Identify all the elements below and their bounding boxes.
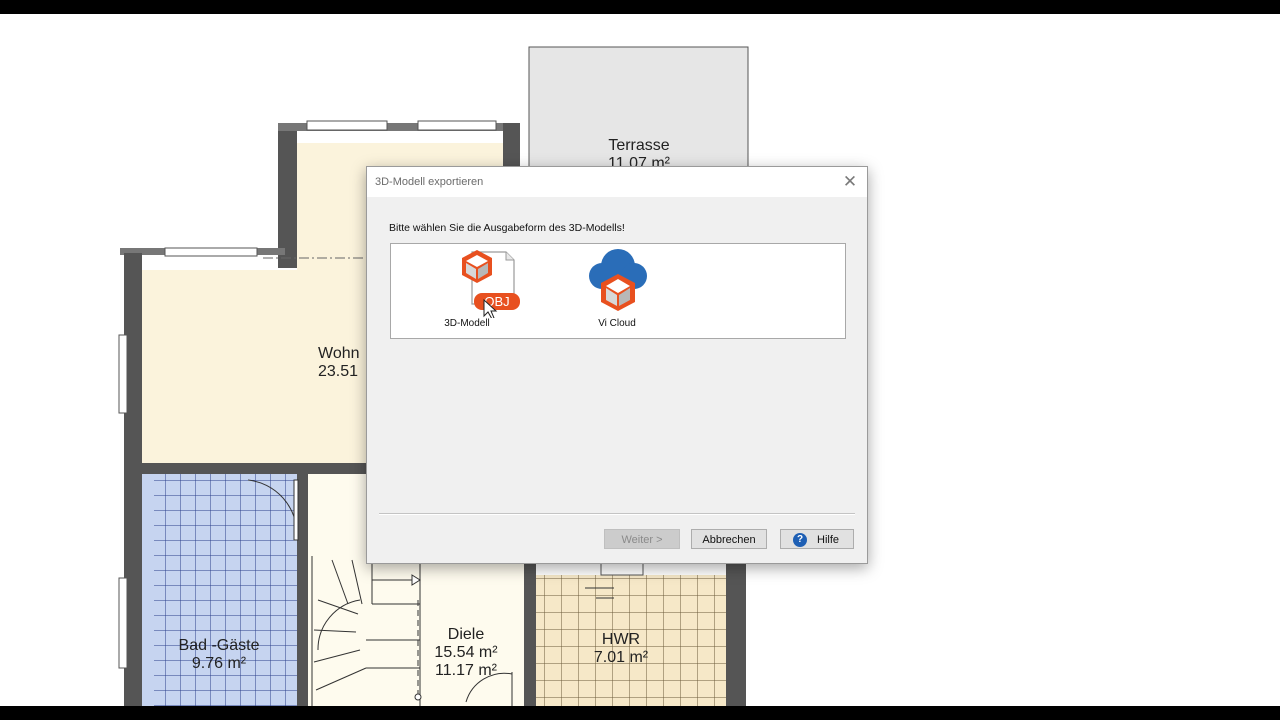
- dialog-title: 3D-Modell exportieren: [375, 176, 484, 188]
- help-label: Hilfe: [817, 534, 840, 546]
- help-icon: ?: [793, 533, 807, 547]
- room-label-bath: Bad -Gäste 9.76 m²: [164, 637, 274, 673]
- room-name: Wohn: [318, 345, 360, 362]
- dialog-prompt: Bitte wählen Sie die Ausgabeform des 3D-…: [389, 222, 625, 234]
- hall-area: [308, 474, 366, 554]
- dialog-separator: [379, 513, 855, 515]
- room-name: HWR: [601, 631, 641, 648]
- room-area: 15.54 m²: [434, 644, 498, 661]
- room-label-living: Wohn 23.51: [318, 345, 366, 381]
- room-name: Diele: [447, 626, 485, 643]
- room-name: Bad -Gäste: [178, 637, 260, 654]
- close-icon[interactable]: ✕: [839, 171, 861, 193]
- option-vi-cloud[interactable]: Vi Cloud: [562, 244, 672, 338]
- letterbox-bottom: [0, 706, 1280, 720]
- room-name: Terrasse: [608, 137, 670, 154]
- room-area-secondary: 11.17 m²: [435, 662, 497, 679]
- cloud-icon: [589, 249, 647, 311]
- room-label-utility: HWR 7.01 m²: [576, 631, 666, 667]
- export-options-panel: OBJ 3D-Modell Vi Cloud: [390, 243, 846, 339]
- cancel-button[interactable]: Abbrechen: [691, 529, 767, 549]
- room-area: 7.01 m²: [593, 649, 649, 666]
- obj-file-icon: OBJ: [462, 250, 520, 318]
- option-3d-model[interactable]: OBJ 3D-Modell: [412, 244, 522, 338]
- option-label: 3D-Modell: [444, 318, 490, 329]
- dialog-title-bar[interactable]: 3D-Modell exportieren ✕: [367, 167, 867, 197]
- room-area: 23.51: [318, 363, 359, 380]
- option-label: Vi Cloud: [598, 318, 636, 329]
- export-3d-dialog: 3D-Modell exportieren ✕ Bitte wählen Sie…: [366, 166, 868, 564]
- room-area: 9.76 m²: [191, 655, 247, 672]
- next-button[interactable]: Weiter >: [604, 529, 680, 549]
- help-button[interactable]: ? Hilfe: [780, 529, 854, 549]
- room-label-hall: Diele 15.54 m² 11.17 m²: [421, 626, 511, 680]
